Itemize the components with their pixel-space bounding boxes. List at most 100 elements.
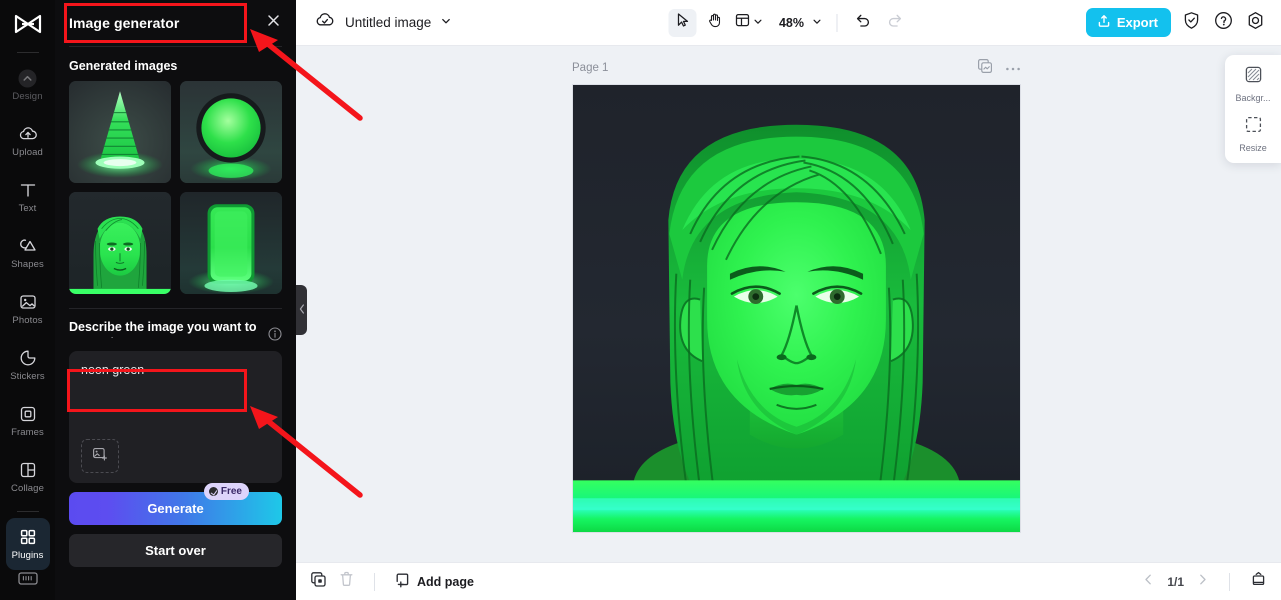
generate-button[interactable]: Generate bbox=[69, 492, 282, 525]
sidebar-item-stickers[interactable]: Stickers bbox=[6, 339, 50, 391]
toolbar-divider bbox=[836, 13, 838, 32]
sidebar-item-label: Stickers bbox=[10, 371, 45, 382]
toolbar-center-group: 48% bbox=[667, 8, 909, 37]
page-toolbar: Page 1 bbox=[572, 58, 1021, 78]
page-label: Page 1 bbox=[572, 62, 609, 74]
background-tool[interactable]: Backgr... bbox=[1225, 65, 1281, 103]
chevron-up-circle-icon bbox=[18, 68, 38, 88]
chevron-down-icon bbox=[806, 14, 822, 32]
prev-page-button[interactable] bbox=[1142, 573, 1155, 591]
sidebar-item-label: Collage bbox=[11, 483, 44, 494]
canvas-area: Page 1 Backgr... Resize bbox=[296, 46, 1281, 562]
undo-button[interactable] bbox=[849, 9, 877, 37]
sidebar-item-label: Upload bbox=[12, 147, 43, 158]
panel-header: Image generator bbox=[55, 0, 296, 46]
rail-divider bbox=[16, 52, 39, 53]
gear-icon bbox=[1246, 11, 1265, 35]
select-tool[interactable] bbox=[667, 8, 696, 37]
panel-title: Image generator bbox=[69, 15, 180, 31]
collage-icon bbox=[18, 460, 38, 480]
start-over-button[interactable]: Start over bbox=[69, 534, 282, 567]
help-button[interactable] bbox=[1211, 11, 1235, 35]
add-image-icon bbox=[92, 446, 108, 467]
generated-images-grid bbox=[55, 81, 296, 294]
collapse-panel-handle[interactable] bbox=[296, 285, 307, 335]
sidebar-item-label: Shapes bbox=[11, 259, 44, 270]
bottom-right-group: 1/1 bbox=[1142, 571, 1267, 593]
describe-label: Describe the image you want to generate bbox=[69, 320, 257, 338]
layout-tool[interactable] bbox=[732, 12, 765, 33]
privacy-shield-button[interactable] bbox=[1179, 11, 1203, 35]
free-badge-label: Free bbox=[220, 486, 242, 497]
duplicate-page-icon[interactable] bbox=[977, 58, 993, 79]
neon-green-portrait-large bbox=[573, 85, 1020, 532]
start-over-label: Start over bbox=[145, 543, 206, 558]
next-page-button[interactable] bbox=[1196, 573, 1209, 591]
text-t-icon bbox=[18, 180, 38, 200]
background-tool-label: Backgr... bbox=[1235, 93, 1271, 103]
shield-check-icon bbox=[1182, 11, 1201, 35]
delete-button[interactable] bbox=[339, 571, 354, 592]
redo-button[interactable] bbox=[881, 9, 909, 37]
add-reference-image-button[interactable] bbox=[81, 439, 119, 473]
duplicate-button[interactable] bbox=[310, 571, 327, 593]
keyboard-icon bbox=[17, 570, 39, 592]
page-container: Page 1 bbox=[572, 58, 1021, 533]
upload-box-icon bbox=[1097, 14, 1111, 31]
top-toolbar: Untitled image 48% Export bbox=[296, 0, 1281, 46]
sidebar-item-label: Design bbox=[12, 91, 43, 102]
sidebar-item-photos[interactable]: Photos bbox=[6, 283, 50, 335]
chevron-down-icon[interactable] bbox=[440, 14, 452, 32]
generate-area: Generate Free bbox=[69, 483, 282, 525]
image-generator-panel: Image generator Generated images Describ… bbox=[55, 0, 307, 600]
page-indicator: 1/1 bbox=[1167, 574, 1184, 589]
toolbar-right-group: Export bbox=[1085, 8, 1281, 37]
sidebar-item-plugins[interactable]: Plugins bbox=[5, 518, 50, 570]
sidebar-item-design[interactable]: Design bbox=[6, 59, 50, 111]
sidebar-item-upload[interactable]: Upload bbox=[6, 115, 50, 167]
resize-tool[interactable]: Resize bbox=[1225, 115, 1281, 153]
prompt-value: neon green bbox=[81, 363, 145, 377]
zoom-level-value: 48% bbox=[778, 15, 805, 30]
page-canvas[interactable] bbox=[572, 84, 1021, 533]
thumbnail-neon-green-portrait[interactable] bbox=[69, 192, 171, 294]
sidebar-item-frames[interactable]: Frames bbox=[6, 395, 50, 447]
sidebar-item-label: Text bbox=[18, 203, 37, 214]
prompt-input[interactable]: neon green bbox=[69, 351, 282, 483]
toolbar-left-group: Untitled image bbox=[296, 11, 452, 34]
hand-icon bbox=[706, 12, 722, 33]
sidebar-item-label: Frames bbox=[11, 427, 44, 438]
thumbnail-neon-green-circle-button[interactable] bbox=[180, 81, 282, 183]
thumbnail-neon-green-cone-tree[interactable] bbox=[69, 81, 171, 183]
photo-icon bbox=[18, 292, 38, 312]
cloud-saved-icon[interactable] bbox=[314, 11, 336, 34]
add-page-label: Add page bbox=[417, 574, 474, 589]
document-title[interactable]: Untitled image bbox=[345, 15, 431, 30]
describe-row: Describe the image you want to generate bbox=[55, 309, 296, 341]
close-panel-button[interactable] bbox=[262, 12, 284, 34]
sidebar-item-collage[interactable]: Collage bbox=[6, 451, 50, 503]
thumbnail-neon-green-rounded-slab[interactable] bbox=[180, 192, 282, 294]
settings-button[interactable] bbox=[1243, 11, 1267, 35]
ellipsis-icon[interactable] bbox=[1005, 59, 1021, 77]
keyboard-shortcuts-button[interactable] bbox=[0, 570, 55, 592]
sidebar-item-text[interactable]: Text bbox=[6, 171, 50, 223]
sidebar-item-shapes[interactable]: Shapes bbox=[6, 227, 50, 279]
export-button-label: Export bbox=[1116, 15, 1158, 30]
capcut-logo-icon[interactable] bbox=[0, 2, 55, 48]
chevron-left-icon bbox=[299, 301, 305, 319]
background-checker-icon bbox=[1244, 65, 1263, 89]
frame-icon bbox=[18, 404, 38, 424]
zoom-control[interactable]: 48% bbox=[769, 14, 824, 32]
export-button[interactable]: Export bbox=[1085, 8, 1171, 37]
add-page-button[interactable]: Add page bbox=[395, 572, 474, 591]
question-circle-icon bbox=[1214, 11, 1233, 35]
resize-icon bbox=[1244, 115, 1263, 139]
hand-tool[interactable] bbox=[700, 9, 728, 37]
sidebar-item-label: Plugins bbox=[11, 550, 44, 561]
info-icon[interactable] bbox=[268, 327, 282, 341]
undo-icon bbox=[855, 12, 872, 34]
redo-icon bbox=[887, 12, 904, 34]
generate-button-label: Generate bbox=[147, 501, 204, 516]
page-grid-view-button[interactable] bbox=[1250, 571, 1267, 593]
